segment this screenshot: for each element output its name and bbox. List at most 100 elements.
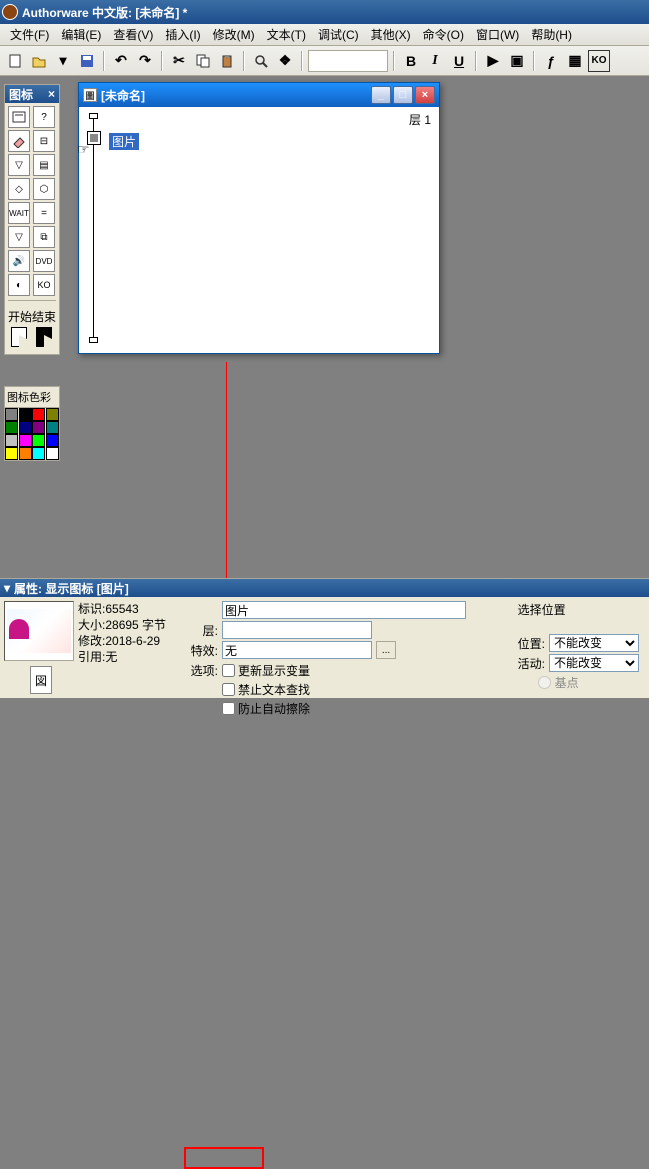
color-swatch[interactable] xyxy=(46,434,59,447)
sub-icon[interactable]: 図 xyxy=(30,666,52,694)
thumbnail[interactable] xyxy=(4,601,74,661)
copy-icon[interactable] xyxy=(192,50,214,72)
color-swatch[interactable] xyxy=(32,408,45,421)
end-flag-icon[interactable] xyxy=(33,327,55,351)
motion-icon[interactable]: ? xyxy=(33,106,55,128)
run-icon[interactable]: ▶ xyxy=(482,50,504,72)
open-dropdown-icon[interactable]: ▾ xyxy=(52,50,74,72)
effect-browse-button[interactable]: ... xyxy=(376,641,396,659)
menu-edit[interactable]: 编辑(E) xyxy=(55,24,107,45)
palette-header[interactable]: 图标 × xyxy=(5,85,59,103)
active-select[interactable]: 不能改变 xyxy=(549,654,639,672)
redo-icon[interactable]: ↷ xyxy=(134,50,156,72)
font-dropdown[interactable] xyxy=(308,50,388,72)
menu-file[interactable]: 文件(F) xyxy=(4,24,55,45)
map-icon[interactable]: ▽ xyxy=(8,226,30,248)
nav-icon[interactable]: ▽ xyxy=(8,154,30,176)
collapse-icon[interactable]: ▾ xyxy=(4,581,10,595)
video-icon[interactable]: ◐ xyxy=(8,274,30,296)
menu-others[interactable]: 其他(X) xyxy=(365,24,417,45)
display-icon[interactable] xyxy=(8,106,30,128)
menu-modify[interactable]: 修改(M) xyxy=(207,24,261,45)
color-swatch[interactable] xyxy=(5,447,18,460)
no-text-search-checkbox[interactable] xyxy=(222,683,235,696)
decision-icon[interactable]: ◇ xyxy=(8,178,30,200)
color-swatch[interactable] xyxy=(32,421,45,434)
flowline-titlebar[interactable]: 圖 [未命名] _ □ × xyxy=(79,83,439,107)
color-swatch[interactable] xyxy=(19,434,32,447)
color-swatch[interactable] xyxy=(46,421,59,434)
palette-close-icon[interactable]: × xyxy=(48,87,55,101)
color-swatch[interactable] xyxy=(19,421,32,434)
movie-icon[interactable]: ⧉ xyxy=(33,226,55,248)
control-panel-icon[interactable]: ▣ xyxy=(506,50,528,72)
color-swatch[interactable] xyxy=(19,408,32,421)
close-icon[interactable]: × xyxy=(415,86,435,104)
library-icon[interactable]: ❖ xyxy=(274,50,296,72)
toolbar: ▾ ↶ ↷ ✂ ❖ B I U ▶ ▣ ƒ ▦ KO xyxy=(0,46,649,76)
wait-icon[interactable]: WAIT xyxy=(8,202,30,224)
color-swatch[interactable] xyxy=(19,447,32,460)
color-swatch[interactable] xyxy=(5,408,18,421)
menu-commands[interactable]: 命令(O) xyxy=(417,24,470,45)
menu-insert[interactable]: 插入(I) xyxy=(159,24,206,45)
start-label: 开始 xyxy=(8,308,32,325)
active-label: 活动: xyxy=(518,655,545,672)
display-node-icon[interactable] xyxy=(87,131,101,145)
bold-button[interactable]: B xyxy=(400,50,422,72)
properties-info: 标识:65543 大小:28695 字节 修改:2018-6-29 引用:无 xyxy=(78,601,178,694)
color-swatch[interactable] xyxy=(46,408,59,421)
name-field[interactable] xyxy=(222,601,466,619)
framework-icon[interactable]: ▤ xyxy=(33,154,55,176)
annotation-highlight xyxy=(184,1147,264,1169)
flowline-line xyxy=(93,113,94,343)
start-flag-icon[interactable] xyxy=(8,327,30,351)
save-icon[interactable] xyxy=(76,50,98,72)
color-swatch[interactable] xyxy=(32,434,45,447)
sound-icon[interactable]: 🔊 xyxy=(8,250,30,272)
color-swatch[interactable] xyxy=(5,421,18,434)
find-icon[interactable] xyxy=(250,50,272,72)
interaction-icon[interactable]: ⬡ xyxy=(33,178,55,200)
open-icon[interactable] xyxy=(28,50,50,72)
maximize-icon[interactable]: □ xyxy=(393,86,413,104)
color-swatch[interactable] xyxy=(32,447,45,460)
flowline-body[interactable]: 层 1 ☞ 图片 xyxy=(79,107,439,353)
undo-icon[interactable]: ↶ xyxy=(110,50,132,72)
minimize-icon[interactable]: _ xyxy=(371,86,391,104)
effect-label: 特效: xyxy=(182,641,218,659)
menu-window[interactable]: 窗口(W) xyxy=(470,24,525,45)
menu-help[interactable]: 帮助(H) xyxy=(525,24,578,45)
ko-icon[interactable]: KO xyxy=(588,50,610,72)
app-icon xyxy=(2,4,18,20)
no-auto-erase-checkbox[interactable] xyxy=(222,702,235,715)
layer-field[interactable] xyxy=(222,621,372,639)
position-select[interactable]: 不能改变 xyxy=(549,634,639,652)
menu-view[interactable]: 查看(V) xyxy=(107,24,159,45)
cut-icon[interactable]: ✂ xyxy=(168,50,190,72)
ko-palette-icon[interactable]: KO xyxy=(33,274,55,296)
color-swatch[interactable] xyxy=(46,447,59,460)
title-text: Authorware 中文版: [未命名] * xyxy=(22,4,187,21)
italic-button[interactable]: I xyxy=(424,50,446,72)
color-swatch[interactable] xyxy=(5,434,18,447)
new-icon[interactable] xyxy=(4,50,26,72)
flowline-window: 圖 [未命名] _ □ × 层 1 ☞ 图片 xyxy=(78,82,440,354)
wait-mini-icon[interactable]: ⊟ xyxy=(33,130,55,152)
flow-start-icon xyxy=(89,113,98,119)
erase-icon[interactable] xyxy=(8,130,30,152)
var-icon[interactable]: ▦ xyxy=(564,50,586,72)
update-vars-checkbox[interactable] xyxy=(222,664,235,677)
underline-button[interactable]: U xyxy=(448,50,470,72)
calc-icon[interactable]: = xyxy=(33,202,55,224)
dvd-icon[interactable]: DVD xyxy=(33,250,55,272)
effect-field[interactable] xyxy=(222,641,372,659)
paste-icon[interactable] xyxy=(216,50,238,72)
layer-label: 层: xyxy=(182,621,218,639)
color-grid xyxy=(5,408,59,460)
func-icon[interactable]: ƒ xyxy=(540,50,562,72)
menu-debug[interactable]: 调试(C) xyxy=(312,24,365,45)
node-label[interactable]: 图片 xyxy=(109,133,139,150)
menu-text[interactable]: 文本(T) xyxy=(261,24,312,45)
properties-header[interactable]: ▾ 属性: 显示图标 [图片] xyxy=(0,579,649,597)
